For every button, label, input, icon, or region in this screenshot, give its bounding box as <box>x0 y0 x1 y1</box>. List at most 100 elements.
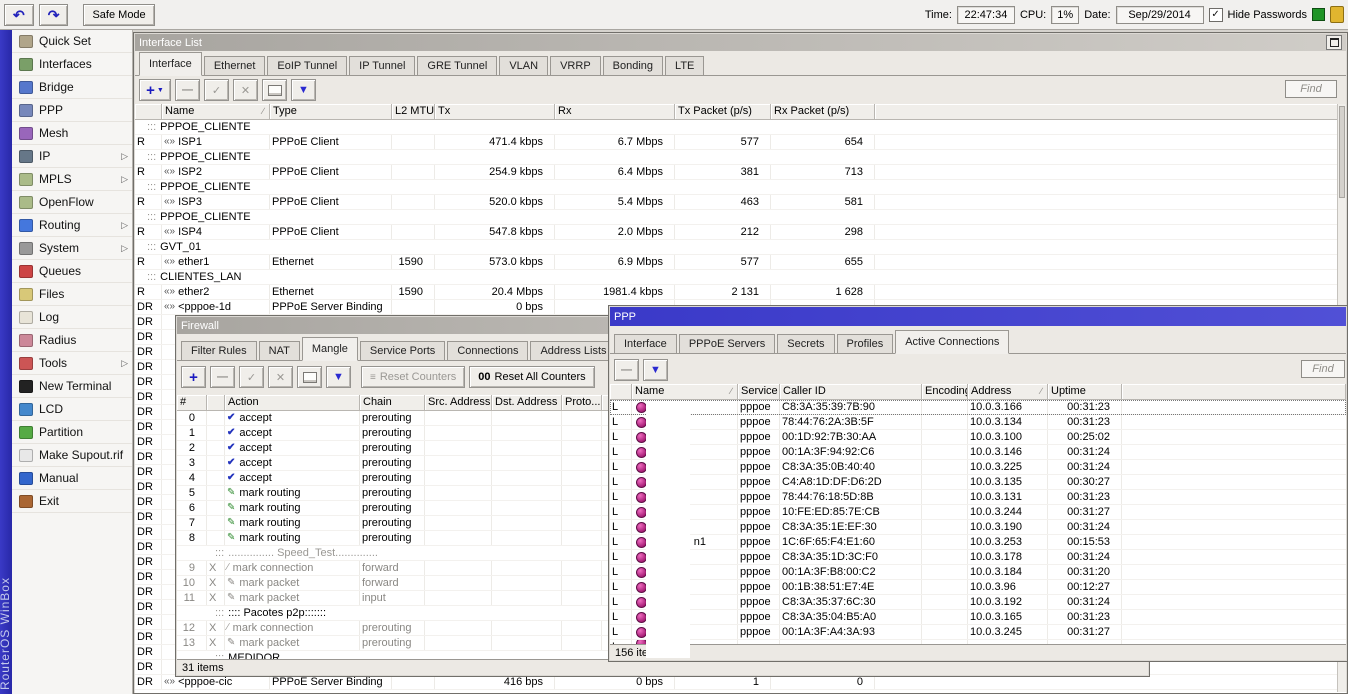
firewall-tab-mangle[interactable]: Mangle <box>302 337 358 361</box>
ppp-tab-active-connections[interactable]: Active Connections <box>895 330 1009 354</box>
sidebar-item-partition[interactable]: Partition <box>12 421 132 444</box>
comment-row[interactable]: :::CLIENTES_LAN <box>135 270 1346 285</box>
comment-row[interactable]: :::GVT_01 <box>135 240 1346 255</box>
redo-button[interactable]: ↷ <box>39 4 69 26</box>
safe-mode-button[interactable]: Safe Mode <box>83 4 154 26</box>
comment-row[interactable]: :::PPPOE_CLIENTE <box>135 210 1346 225</box>
filter-button[interactable]: ▼ <box>643 359 668 381</box>
ppp-tab-pppoe-servers[interactable]: PPPoE Servers <box>679 334 775 353</box>
reset-counters-button[interactable]: ≡ Reset Counters <box>361 366 465 388</box>
sidebar-item-quick-set[interactable]: Quick Set <box>12 30 132 53</box>
table-row[interactable]: R«»ISP3PPPoE Client520.0 kbps5.4 Mbps463… <box>135 195 1346 210</box>
interface-list-titlebar[interactable]: Interface List <box>135 34 1346 51</box>
comment-row[interactable]: :::PPPOE_CLIENTE <box>135 120 1346 135</box>
ppp-connection-row[interactable]: Larn1pppoe1C:6F:65:F4:E1:6010.0.3.25300:… <box>610 535 1346 550</box>
sidebar-item-routing[interactable]: Routing▷ <box>12 214 132 237</box>
column-header-blank[interactable] <box>135 104 162 120</box>
restore-window-button[interactable] <box>1326 35 1342 50</box>
ppp-connection-row[interactable]: Lalipppoe78:44:76:18:5D:8B10.0.3.13100:3… <box>610 490 1346 505</box>
column-header-action[interactable]: Action <box>225 395 360 411</box>
ppp-connection-row[interactable]: LbrpppoeC8:3A:35:37:6C:3010.0.3.19200:31… <box>610 595 1346 610</box>
ppp-tab-profiles[interactable]: Profiles <box>837 334 894 353</box>
column-header-service[interactable]: Service <box>738 384 780 400</box>
add-button[interactable]: + <box>181 366 206 388</box>
ppp-connection-row[interactable]: Lacpppoe00:1A:3F:94:92:C610.0.3.14600:31… <box>610 445 1346 460</box>
column-header-tx[interactable]: Tx <box>435 104 555 120</box>
column-header-name[interactable]: Name∕ <box>632 384 738 400</box>
enable-button[interactable]: ✓ <box>239 366 264 388</box>
ppp-connection-row[interactable]: L1cpppoeC8:3A:35:39:7B:9010.0.3.16600:31… <box>610 400 1346 415</box>
column-header-rx-packet-p-s[interactable]: Rx Packet (p/s) <box>771 104 875 120</box>
table-row[interactable]: R«»ISP2PPPoE Client254.9 kbps6.4 Mbps381… <box>135 165 1346 180</box>
table-row[interactable]: R«»ether2Ethernet159020.4 Mbps1981.4 kbp… <box>135 285 1346 300</box>
undo-button[interactable]: ↶ <box>4 4 34 26</box>
ppp-tab-interface[interactable]: Interface <box>614 334 677 353</box>
comment-row[interactable]: :::PPPOE_CLIENTE <box>135 180 1346 195</box>
find-button[interactable]: Find <box>1301 360 1345 378</box>
remove-button[interactable]: — <box>175 79 200 101</box>
ppp-connection-row[interactable]: Lacpppoe00:1D:92:7B:30:AA10.0.3.10000:25… <box>610 430 1346 445</box>
ppp-tab-secrets[interactable]: Secrets <box>777 334 834 353</box>
sidebar-item-radius[interactable]: Radius <box>12 329 132 352</box>
sidebar-item-files[interactable]: Files <box>12 283 132 306</box>
column-header-name[interactable]: Name∕ <box>162 104 270 120</box>
interface-list-tab-gre-tunnel[interactable]: GRE Tunnel <box>417 56 497 75</box>
remove-button[interactable]: — <box>210 366 235 388</box>
ppp-connection-row[interactable]: LbrpppoeC8:3A:35:04:B5:A010.0.3.16500:31… <box>610 610 1346 625</box>
sidebar-item-system[interactable]: System▷ <box>12 237 132 260</box>
column-header-src-address[interactable]: Src. Address <box>425 395 492 411</box>
sidebar-item-mesh[interactable]: Mesh <box>12 122 132 145</box>
sidebar-item-mpls[interactable]: MPLS▷ <box>12 168 132 191</box>
sidebar-item-bridge[interactable]: Bridge <box>12 76 132 99</box>
column-header-l2-mtu[interactable]: L2 MTU <box>392 104 435 120</box>
sidebar-item-new-terminal[interactable]: New Terminal <box>12 375 132 398</box>
enable-button[interactable]: ✓ <box>204 79 229 101</box>
ppp-connection-row[interactable]: LacpppoeC4:A8:1D:DF:D6:2D10.0.3.13500:30… <box>610 475 1346 490</box>
sidebar-item-make-supout-rif[interactable]: Make Supout.rif <box>12 444 132 467</box>
interface-list-tab-interface[interactable]: Interface <box>139 52 202 76</box>
interface-list-tab-bonding[interactable]: Bonding <box>603 56 663 75</box>
find-button[interactable]: Find <box>1285 80 1337 98</box>
column-header-tx-packet-p-s[interactable]: Tx Packet (p/s) <box>675 104 771 120</box>
filter-button[interactable]: ▼ <box>291 79 316 101</box>
ppp-connection-row[interactable]: Larpppoe00:1A:3F:B8:00:C210.0.3.18400:31… <box>610 565 1346 580</box>
reset-all-counters-button[interactable]: 00 Reset All Counters <box>469 366 594 388</box>
column-header-[interactable]: # <box>177 395 207 411</box>
ppp-connection-row[interactable]: Lbrpppoe00:1A:3F:A4:3A:9310.0.3.24500:31… <box>610 625 1346 640</box>
comment-button[interactable] <box>262 79 287 101</box>
comment-row[interactable]: :::PPPOE_CLIENTE <box>135 150 1346 165</box>
sidebar-item-queues[interactable]: Queues <box>12 260 132 283</box>
add-button[interactable]: +▼ <box>139 79 171 101</box>
column-header-type[interactable]: Type <box>270 104 392 120</box>
column-header-proto[interactable]: Proto... <box>562 395 602 411</box>
firewall-tab-address-lists[interactable]: Address Lists <box>530 341 616 360</box>
disable-button[interactable]: ✕ <box>268 366 293 388</box>
column-header-uptime[interactable]: Uptime <box>1048 384 1122 400</box>
sidebar-item-tools[interactable]: Tools▷ <box>12 352 132 375</box>
column-header-caller-id[interactable]: Caller ID <box>780 384 922 400</box>
ppp-connection-row[interactable]: Larpppoe10:FE:ED:85:7E:CB10.0.3.24400:31… <box>610 505 1346 520</box>
firewall-tab-filter-rules[interactable]: Filter Rules <box>181 341 257 360</box>
sidebar-item-ip[interactable]: IP▷ <box>12 145 132 168</box>
table-row[interactable]: R«»ISP4PPPoE Client547.8 kbps2.0 Mbps212… <box>135 225 1346 240</box>
column-header-blank[interactable] <box>207 395 225 411</box>
ppp-connection-row[interactable]: LarpppoeC8:3A:35:1D:3C:F010.0.3.17800:31… <box>610 550 1346 565</box>
remove-button[interactable]: — <box>614 359 639 381</box>
table-row[interactable]: R«»ISP1PPPoE Client471.4 kbps6.7 Mbps577… <box>135 135 1346 150</box>
interface-list-tab-eoip-tunnel[interactable]: EoIP Tunnel <box>267 56 347 75</box>
sidebar-item-interfaces[interactable]: Interfaces <box>12 53 132 76</box>
table-row[interactable]: DR«»<pppoe-cicPPPoE Server Binding416 bp… <box>135 675 1346 690</box>
disable-button[interactable]: ✕ <box>233 79 258 101</box>
ppp-connection-row[interactable]: LacpppoeC8:3A:35:0B:40:4010.0.3.22500:31… <box>610 460 1346 475</box>
column-header-blank[interactable] <box>610 384 632 400</box>
interface-list-tab-lte[interactable]: LTE <box>665 56 704 75</box>
hide-passwords-checkbox[interactable]: ✓ <box>1209 8 1223 22</box>
column-header-rx[interactable]: Rx <box>555 104 675 120</box>
column-header-chain[interactable]: Chain <box>360 395 425 411</box>
sidebar-item-exit[interactable]: Exit <box>12 490 132 513</box>
ppp-titlebar[interactable]: PPP <box>610 307 1346 326</box>
interface-list-tab-vlan[interactable]: VLAN <box>499 56 548 75</box>
firewall-tab-nat[interactable]: NAT <box>259 341 300 360</box>
comment-button[interactable] <box>297 366 322 388</box>
scrollbar-thumb[interactable] <box>1339 106 1345 198</box>
